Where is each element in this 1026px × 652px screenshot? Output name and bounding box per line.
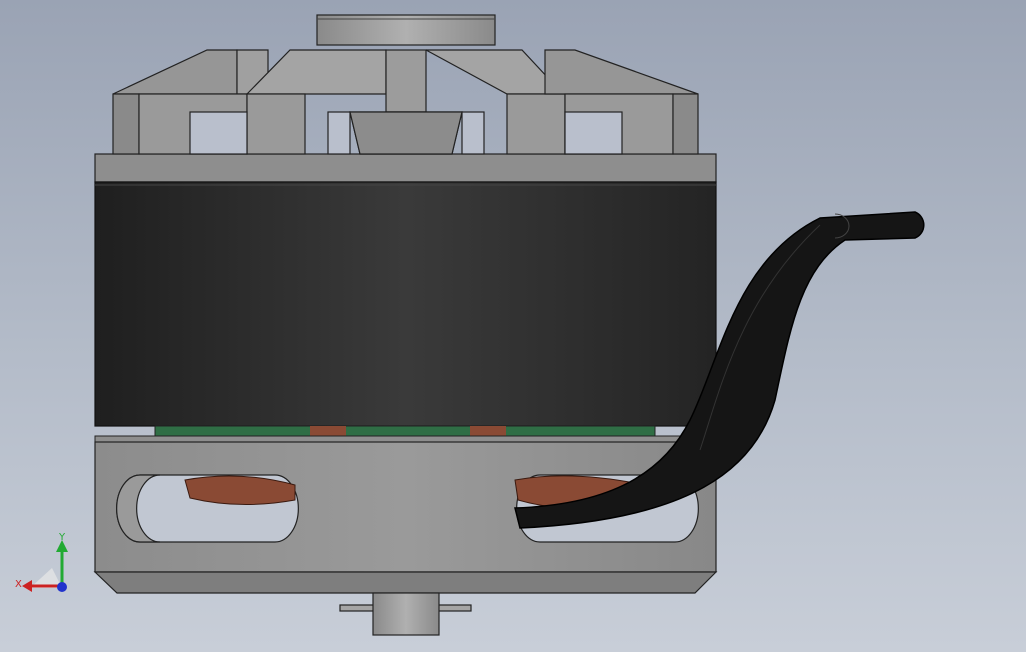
y-axis-label: Y [58,532,66,543]
x-axis-label: X [15,579,22,590]
motor-base-mount [93,441,718,594]
rotor-bell [94,181,717,427]
z-axis-dot-icon [57,582,67,592]
shaft-cap [316,14,496,46]
3d-viewport[interactable]: Y X [0,0,1026,652]
x-axis-arrow-icon [22,580,32,592]
bell-top-cage [94,49,717,183]
bottom-shaft [339,592,472,636]
coordinate-triad: Y X [15,532,68,592]
stator-gap [94,425,717,443]
motor-model[interactable] [0,0,1026,652]
